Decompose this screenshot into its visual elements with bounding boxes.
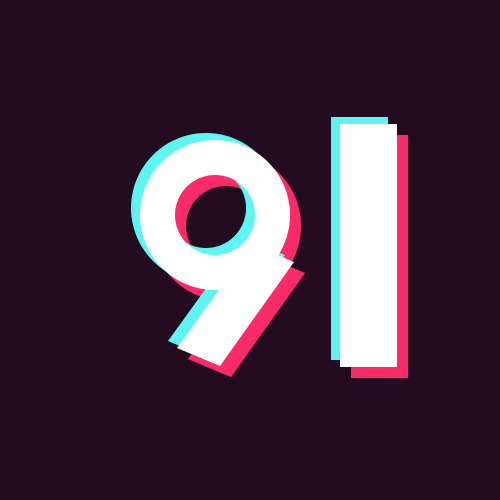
app-icon-logo: 91 xyxy=(0,0,500,500)
logo-91-graphic: 91 xyxy=(0,0,500,500)
